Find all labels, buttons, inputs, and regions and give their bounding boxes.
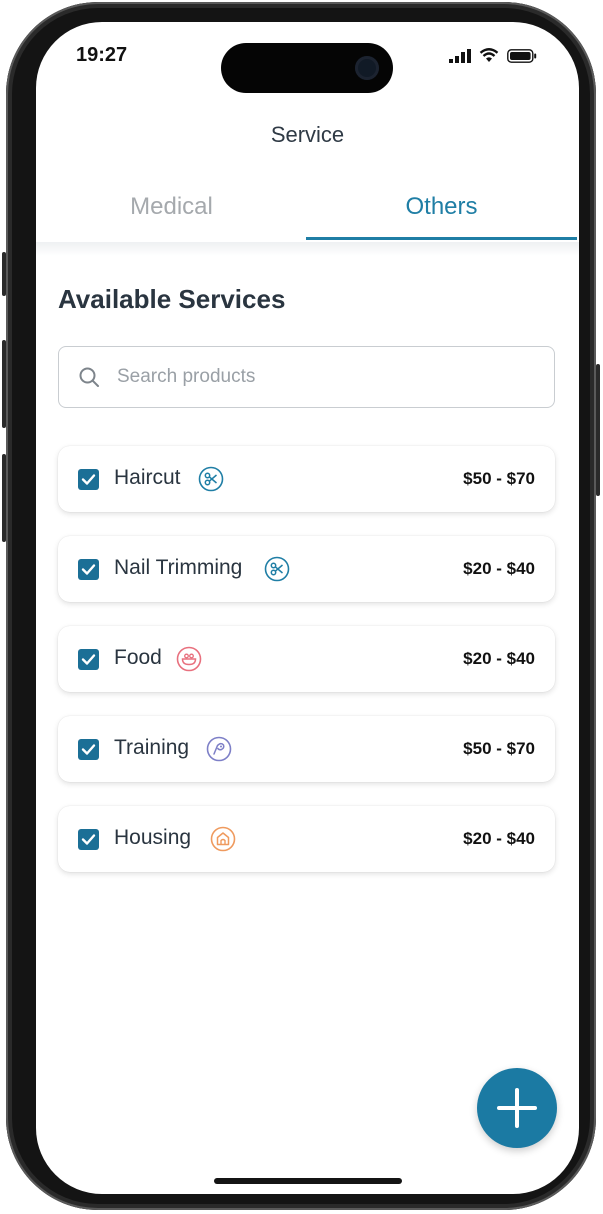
service-item-haircut[interactable]: Haircut $50 - $70 xyxy=(58,446,555,512)
checkmark-icon xyxy=(81,474,96,485)
service-item-nail-trimming[interactable]: Nail Trimming $20 - $40 xyxy=(58,536,555,602)
house-icon xyxy=(210,826,236,852)
tab-divider xyxy=(36,242,579,256)
volume-up-button xyxy=(2,340,6,428)
service-name: Haircut xyxy=(114,466,181,489)
checkmark-icon xyxy=(81,564,96,575)
service-price: $50 - $70 xyxy=(463,739,535,758)
training-icon xyxy=(206,736,232,762)
food-bowl-icon xyxy=(176,646,202,672)
service-item-housing[interactable]: Housing $20 - $40 xyxy=(58,806,555,872)
scissors-icon xyxy=(198,466,224,492)
home-indicator[interactable] xyxy=(214,1178,402,1184)
camera-icon xyxy=(355,56,379,80)
phone-frame: 19:27 Service Medical Others Available S… xyxy=(2,2,600,1210)
wifi-icon xyxy=(479,48,499,62)
tab-others[interactable]: Others xyxy=(306,182,577,240)
volume-down-button xyxy=(2,454,6,542)
dynamic-island xyxy=(221,43,393,93)
status-time: 19:27 xyxy=(76,44,128,66)
checkmark-icon xyxy=(81,744,96,755)
search-icon xyxy=(79,367,99,387)
service-item-training[interactable]: Training $50 - $70 xyxy=(58,716,555,782)
checkmark-icon xyxy=(81,654,96,665)
add-service-button[interactable] xyxy=(477,1068,557,1148)
scissors-icon xyxy=(264,556,290,582)
search-input[interactable] xyxy=(115,365,519,389)
service-price: $20 - $40 xyxy=(463,559,535,578)
plus-icon xyxy=(497,1088,537,1128)
status-icons xyxy=(449,48,537,63)
service-name: Training xyxy=(114,736,190,759)
battery-icon xyxy=(507,48,537,63)
service-checkbox[interactable] xyxy=(78,649,99,670)
service-name: Food xyxy=(114,646,162,669)
service-price: $50 - $70 xyxy=(463,469,535,488)
service-price: $20 - $40 xyxy=(463,649,535,668)
service-checkbox[interactable] xyxy=(78,469,99,490)
signal-icon xyxy=(449,48,471,63)
service-price: $20 - $40 xyxy=(463,829,535,848)
app-screen: 19:27 Service Medical Others Available S… xyxy=(36,22,579,1194)
service-item-food[interactable]: Food $20 - $40 xyxy=(58,626,555,692)
section-title: Available Services xyxy=(58,284,286,314)
checkmark-icon xyxy=(81,834,96,845)
service-name: Housing xyxy=(114,826,192,849)
service-name: Nail Trimming xyxy=(114,556,243,579)
page-title: Service xyxy=(270,122,345,147)
power-button xyxy=(596,364,600,496)
search-box xyxy=(58,346,555,408)
service-checkbox[interactable] xyxy=(78,559,99,580)
tab-medical[interactable]: Medical xyxy=(36,182,307,240)
service-checkbox[interactable] xyxy=(78,739,99,760)
tab-bar: Medical Others xyxy=(36,182,579,244)
service-checkbox[interactable] xyxy=(78,829,99,850)
action-button xyxy=(2,252,6,296)
